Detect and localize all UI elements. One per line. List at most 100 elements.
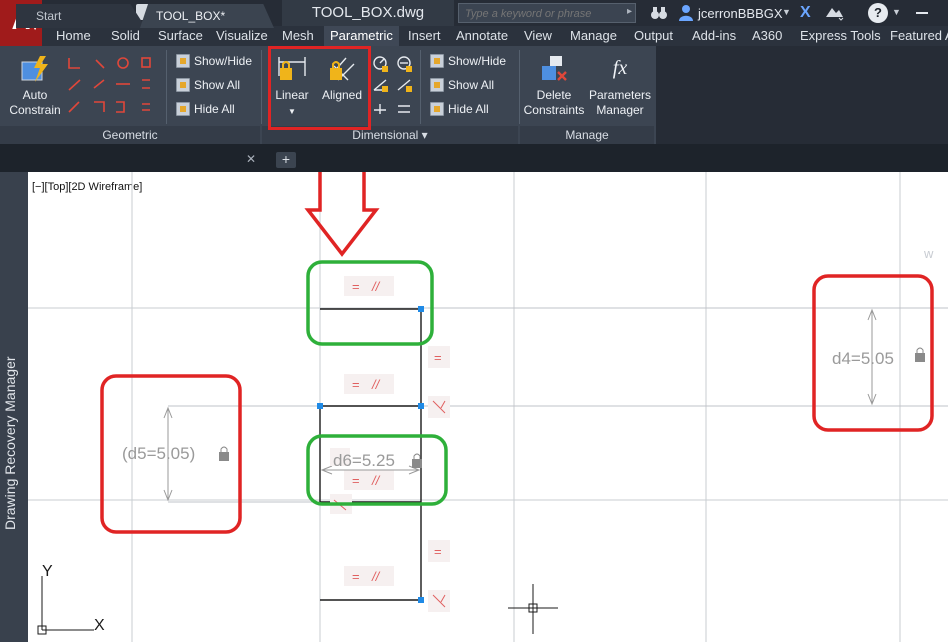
geometric-hide-all-button[interactable]: Hide All — [176, 100, 235, 118]
ribbon-tab-bar: Home Solid Surface Visualize Mesh Parame… — [42, 26, 948, 46]
new-tab-button[interactable]: + — [276, 152, 296, 168]
tab-a360[interactable]: A360 — [746, 26, 788, 46]
dimensional-caret-icon: ▾ — [421, 128, 428, 142]
search-arrow-icon[interactable]: ▸ — [627, 6, 632, 17]
perpendicular-icon[interactable] — [428, 396, 450, 418]
close-icon[interactable]: ✕ — [246, 152, 256, 166]
equal-icon: = — [352, 473, 360, 488]
parameters-manager-label-1[interactable]: Parameters — [588, 88, 652, 103]
search-box: ▸ — [458, 3, 636, 23]
ucs-y-label: Y — [42, 563, 53, 580]
grip-point[interactable] — [418, 403, 424, 409]
tab-view[interactable]: View — [518, 26, 558, 46]
tab-solid[interactable]: Solid — [105, 26, 146, 46]
user-caret-icon[interactable]: ▼ — [782, 7, 791, 17]
annotation-arrow-icon — [304, 172, 380, 257]
user-icon[interactable] — [678, 4, 694, 22]
ribbon-empty-area — [656, 46, 948, 144]
file-tab-start[interactable]: Start — [16, 4, 146, 28]
dimensional-show-hide-button[interactable]: Show/Hide — [430, 52, 506, 70]
search-input[interactable] — [459, 5, 617, 23]
user-name[interactable]: jcerronBBBGX — [698, 6, 783, 21]
annotation-overlays — [100, 172, 934, 534]
parallel-icon: // — [371, 569, 381, 584]
dimensional-small-icons — [370, 54, 416, 120]
dimensional-hide-all-button[interactable]: Hide All — [430, 100, 489, 118]
show-all-icon — [430, 78, 444, 92]
ucs-x-label: X — [94, 617, 105, 634]
tab-home[interactable]: Home — [50, 26, 97, 46]
panel-separator — [420, 50, 421, 124]
tab-surface[interactable]: Surface — [152, 26, 209, 46]
lock-icon — [219, 446, 229, 461]
hide-all-icon — [176, 102, 190, 116]
parallel-icon: // — [371, 279, 381, 294]
auto-constrain-label-2[interactable]: Constrain — [4, 103, 66, 118]
auto-constrain-label-1[interactable]: Auto — [8, 88, 62, 103]
tab-annotate[interactable]: Annotate — [450, 26, 514, 46]
binoculars-icon[interactable] — [650, 5, 668, 21]
help-caret-icon[interactable]: ▼ — [892, 7, 901, 17]
show-all-icon — [176, 78, 190, 92]
constraint-bar[interactable]: = // — [344, 566, 394, 586]
tab-add-ins[interactable]: Add-ins — [686, 26, 742, 46]
tab-output[interactable]: Output — [628, 26, 679, 46]
panel-separator — [261, 50, 262, 124]
palette-title: Drawing Recovery Manager — [2, 356, 18, 530]
geometric-show-hide-button[interactable]: Show/Hide — [176, 52, 252, 70]
tab-featured-apps[interactable]: Featured A — [884, 26, 948, 46]
tab-mesh[interactable]: Mesh — [276, 26, 320, 46]
show-hide-icon — [176, 54, 190, 68]
constraint-bar[interactable]: = — [428, 346, 450, 368]
auto-constrain-icon[interactable] — [20, 54, 50, 84]
delete-constraints-icon[interactable] — [538, 54, 570, 84]
dimension-text-d5: (d5=5.05) — [122, 444, 195, 463]
autocad-window: A ▼ ↶ ▾ ↷ ▾ ▾ TOOL_BOX.dwg ▸ jcerronBBBG… — [0, 0, 948, 642]
file-tab-tool-box[interactable]: TOOL_BOX* — [140, 4, 274, 28]
constraint-bar[interactable]: = // — [344, 374, 394, 394]
tab-parametric[interactable]: Parametric — [324, 26, 399, 46]
parameters-manager-icon[interactable]: fx — [604, 54, 636, 84]
dimension-d5[interactable]: (d5=5.05) — [122, 406, 229, 502]
file-tab-bar — [0, 144, 948, 172]
document-title: TOOL_BOX.dwg — [282, 0, 454, 26]
parameters-manager-label-2[interactable]: Manager — [592, 103, 648, 118]
dimension-d4[interactable]: d4=5.05 — [832, 308, 925, 406]
annotation-red-box-linear-aligned — [268, 46, 371, 130]
dimension-text-d6: d6=5.25 — [333, 451, 395, 470]
equal-icon: = — [434, 350, 442, 365]
dimensional-show-all-button[interactable]: Show All — [430, 76, 494, 94]
grip-point[interactable] — [418, 306, 424, 312]
hide-all-icon — [430, 102, 444, 116]
tab-visualize[interactable]: Visualize — [210, 26, 274, 46]
dimension-d6[interactable]: d6=5.25 — [320, 448, 422, 475]
tab-insert[interactable]: Insert — [402, 26, 447, 46]
lock-icon — [412, 453, 422, 468]
tab-manage[interactable]: Manage — [564, 26, 623, 46]
delete-constraints-label-2[interactable]: Constraints — [522, 103, 586, 118]
equal-icon: = — [434, 544, 442, 559]
delete-constraints-label-1[interactable]: Delete — [526, 88, 582, 103]
perpendicular-icon[interactable] — [428, 590, 450, 612]
constraint-bar[interactable]: = // — [344, 470, 394, 490]
lock-icon — [915, 347, 925, 362]
annotation-green-box-top — [306, 260, 434, 346]
geometric-show-all-button[interactable]: Show All — [176, 76, 240, 94]
dimension-text-d4: d4=5.05 — [832, 349, 894, 368]
constraint-bar[interactable]: = — [428, 540, 450, 562]
show-hide-icon — [430, 54, 444, 68]
manage-panel-title[interactable]: Manage — [520, 126, 654, 144]
geometric-panel-title[interactable]: Geometric — [0, 126, 260, 144]
grid-lines — [28, 172, 948, 642]
tab-express-tools[interactable]: Express Tools — [794, 26, 887, 46]
constraint-bar[interactable]: = // — [344, 276, 394, 296]
parallel-icon: // — [371, 473, 381, 488]
drawing-svg: =// =// =// =// = = d4=5.05 (d5=5.05) d6… — [28, 172, 948, 642]
grip-point[interactable] — [418, 597, 424, 603]
help-icon[interactable]: ? — [868, 3, 888, 23]
exchange-icon[interactable]: X — [800, 4, 811, 22]
minimize-icon[interactable] — [916, 12, 928, 14]
equal-icon: = — [352, 377, 360, 392]
cloud-icon[interactable] — [822, 5, 844, 21]
grip-point[interactable] — [317, 403, 323, 409]
